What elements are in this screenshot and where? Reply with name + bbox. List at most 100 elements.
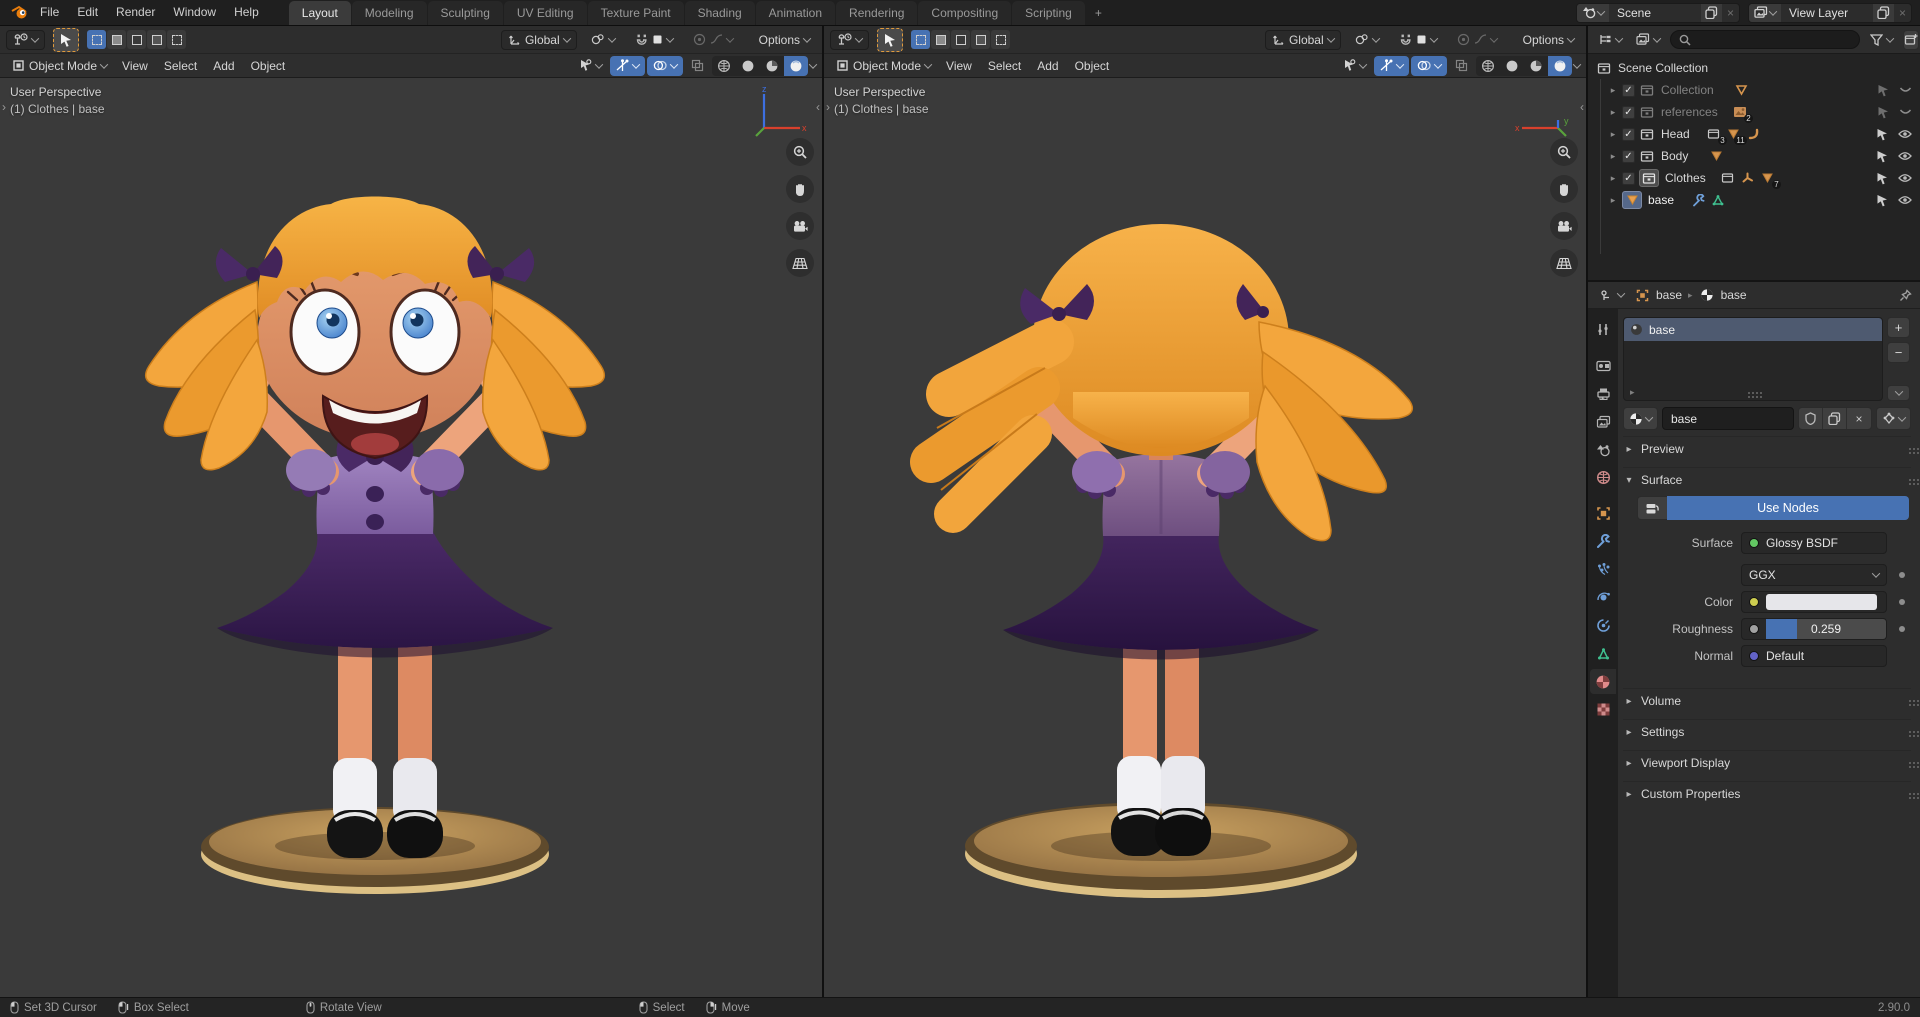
view-layer-remove-icon[interactable]: ×: [1894, 6, 1911, 20]
expander-icon[interactable]: ▸: [1608, 173, 1618, 184]
select-mode-subtract[interactable]: [951, 30, 970, 49]
decorator-dot[interactable]: [1899, 626, 1905, 632]
pan-hand-icon[interactable]: [1550, 175, 1578, 203]
tab-constraints[interactable]: [1590, 613, 1616, 638]
scene-name[interactable]: Scene: [1609, 6, 1701, 20]
add-slot-button[interactable]: +: [1887, 317, 1910, 338]
pivot-point-dropdown[interactable]: [585, 30, 621, 50]
node-specials-button[interactable]: [1876, 407, 1911, 430]
tab-texture-paint[interactable]: Texture Paint: [587, 1, 684, 25]
select-mode-extend[interactable]: [931, 30, 950, 49]
shading-dropdown-icon[interactable]: [1572, 59, 1582, 69]
options-dropdown[interactable]: Options: [1517, 30, 1580, 50]
panel-volume-header[interactable]: ▸ Volume: [1623, 689, 1911, 713]
remove-slot-button[interactable]: −: [1887, 342, 1910, 363]
use-nodes-button[interactable]: Use Nodes: [1667, 496, 1909, 520]
eye-icon[interactable]: [1898, 195, 1912, 205]
selectable-icon[interactable]: [1876, 150, 1888, 163]
shading-rendered[interactable]: [1548, 55, 1572, 76]
panel-grip[interactable]: [1909, 793, 1911, 795]
view-layer-new-icon[interactable]: [1872, 3, 1894, 22]
tab-physics[interactable]: [1590, 585, 1616, 610]
menu-file[interactable]: File: [32, 0, 67, 25]
select-mode-invert[interactable]: [971, 30, 990, 49]
material-browse-button[interactable]: [1623, 407, 1658, 430]
normal-field[interactable]: Default: [1741, 645, 1887, 667]
proportional-editing-toggle[interactable]: [1451, 30, 1503, 50]
properties-editor-type-button[interactable]: [1596, 285, 1628, 305]
tab-particles[interactable]: [1590, 557, 1616, 582]
toolbar-expand-icon[interactable]: ›: [2, 100, 6, 114]
snapping-toggle[interactable]: [1393, 30, 1443, 50]
material-slot-selected[interactable]: base: [1624, 318, 1882, 341]
outliner-search[interactable]: [1670, 30, 1860, 49]
select-mode-set[interactable]: [911, 30, 930, 49]
fake-user-shield-icon[interactable]: [1799, 408, 1823, 429]
material-name-field[interactable]: base: [1662, 407, 1794, 430]
tab-object-data[interactable]: [1590, 641, 1616, 666]
vp-menu-object[interactable]: Object: [244, 55, 293, 77]
panel-surface-header[interactable]: ▾ Surface: [1623, 468, 1911, 492]
sidebar-collapse-icon[interactable]: ‹: [816, 100, 820, 114]
vp-menu-view[interactable]: View: [115, 55, 155, 77]
select-mode-extend[interactable]: [107, 30, 126, 49]
decorator-dot[interactable]: [1899, 572, 1905, 578]
select-mode-invert[interactable]: [147, 30, 166, 49]
menu-render[interactable]: Render: [108, 0, 163, 25]
outliner-filter-button[interactable]: [1866, 30, 1897, 50]
expander-icon[interactable]: ▸: [1608, 107, 1618, 118]
eye-icon[interactable]: [1898, 173, 1912, 183]
tab-modeling[interactable]: Modeling: [351, 1, 427, 25]
overlays-toggle[interactable]: [647, 55, 683, 76]
vp-menu-select[interactable]: Select: [981, 55, 1028, 77]
hide-viewport-icon[interactable]: [1899, 86, 1912, 94]
panel-grip[interactable]: [1909, 731, 1911, 733]
add-workspace-button[interactable]: +: [1086, 1, 1111, 25]
copy-material-icon[interactable]: [1823, 408, 1847, 429]
pivot-point-dropdown[interactable]: [1349, 30, 1385, 50]
panel-custom-properties-header[interactable]: ▸ Custom Properties: [1623, 782, 1911, 806]
panel-viewport-display-header[interactable]: ▸ Viewport Display: [1623, 751, 1911, 775]
selectable-icon[interactable]: [1877, 84, 1889, 97]
menu-window[interactable]: Window: [165, 0, 224, 25]
distribution-dropdown[interactable]: GGX: [1741, 564, 1887, 586]
outliner-editor-type-button[interactable]: [1594, 30, 1626, 50]
viewport-canvas-front[interactable]: User Perspective (1) Clothes | base › ‹ …: [0, 78, 822, 997]
select-mode-subtract[interactable]: [127, 30, 146, 49]
slot-expand-icon[interactable]: ▸: [1630, 387, 1635, 398]
tab-object[interactable]: [1590, 501, 1616, 526]
tab-layout[interactable]: Layout: [288, 1, 351, 25]
color-field[interactable]: [1741, 591, 1887, 613]
tab-view-layer[interactable]: [1590, 409, 1616, 434]
tab-animation[interactable]: Animation: [755, 1, 836, 25]
vp-menu-add[interactable]: Add: [206, 55, 241, 77]
surface-shader-field[interactable]: Glossy BSDF: [1741, 532, 1887, 554]
mode-selector[interactable]: Object Mode: [830, 56, 937, 76]
gizmos-toggle[interactable]: [1374, 55, 1409, 76]
shading-solid[interactable]: [736, 56, 760, 76]
selectable-icon[interactable]: [1876, 172, 1888, 185]
object-visibility-dropdown[interactable]: [573, 56, 608, 76]
tab-material[interactable]: [1590, 669, 1616, 694]
expander-icon[interactable]: ▸: [1608, 151, 1618, 162]
tab-modifiers[interactable]: [1590, 529, 1616, 554]
unlink-material-icon[interactable]: ×: [1847, 408, 1871, 429]
panel-grip[interactable]: [1909, 762, 1911, 764]
editor-type-button[interactable]: [6, 29, 45, 50]
shading-wireframe[interactable]: [712, 56, 736, 76]
outliner-row-collection[interactable]: ▸ ✓ Collection: [1588, 79, 1920, 101]
zoom-icon[interactable]: [786, 138, 814, 166]
panel-grip[interactable]: [1909, 479, 1911, 481]
checkbox-checked[interactable]: ✓: [1622, 127, 1635, 141]
tab-scene[interactable]: [1590, 437, 1616, 462]
tab-tool[interactable]: [1590, 317, 1616, 342]
panel-grip[interactable]: [1909, 700, 1911, 702]
panel-grip[interactable]: [1909, 448, 1911, 450]
xray-toggle[interactable]: [685, 56, 710, 76]
checkbox-checked[interactable]: ✓: [1622, 149, 1635, 163]
sidebar-collapse-icon[interactable]: ‹: [1580, 100, 1584, 114]
outliner-display-mode-button[interactable]: [1632, 30, 1664, 50]
shading-solid[interactable]: [1500, 56, 1524, 76]
select-mode-intersect[interactable]: [991, 30, 1010, 49]
checkbox-checked[interactable]: ✓: [1622, 105, 1635, 119]
